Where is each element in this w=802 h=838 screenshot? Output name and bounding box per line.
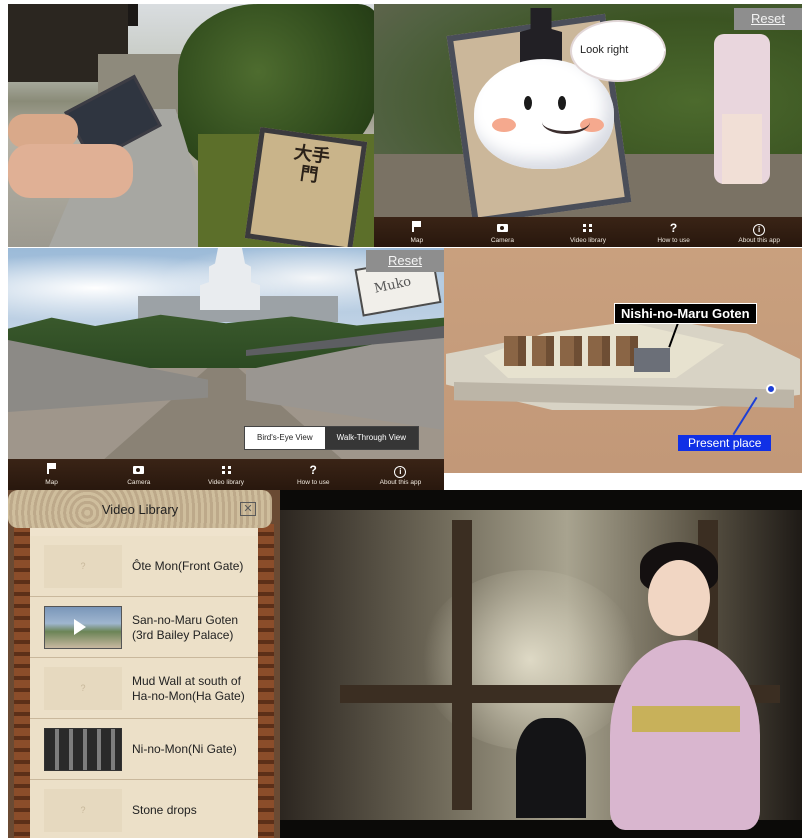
hand-upper [8,114,78,148]
flag-icon [47,463,57,474]
play-icon [74,619,86,635]
toolbar-video-library[interactable]: Video library [545,217,631,247]
video-thumbnail [44,728,122,771]
toolbar-camera[interactable]: Camera [95,459,182,491]
toolbar-how-to-use[interactable]: ? How to use [631,217,717,247]
camera-icon [496,224,508,232]
video-list: ? Ôte Mon(Front Gate) San-no-Maru Goten … [30,536,258,838]
video-item-ni-no-mon[interactable]: Ni-no-Mon(Ni Gate) [30,719,258,780]
video-item-san-no-maru[interactable]: San-no-Maru Goten (3rd Bailey Palace) [30,597,258,658]
bottom-toolbar: Map Camera Video library ? How to use i … [8,459,444,491]
toolbar-about-label: About this app [738,237,780,244]
scroll-edge-left [14,524,30,838]
video-library-title: Video Library [101,502,179,517]
toolbar-map-label: Map [45,479,58,486]
reset-button[interactable]: Reset [366,250,444,272]
mascot-right-eye [558,96,566,110]
face [648,560,710,636]
video-item-title: Ni-no-Mon(Ni Gate) [132,742,237,756]
toolbar-about[interactable]: i About this app [716,217,802,247]
reset-button[interactable]: Reset [734,8,802,30]
video-item-title: Ôte Mon(Front Gate) [132,559,244,573]
info-icon: i [394,466,407,478]
signboard-text: 大手門 [292,142,332,187]
bottom-toolbar: Map Camera Video library ? How to use i … [374,217,802,247]
kimono-obi [632,706,740,732]
birds-eye-view-button[interactable]: Bird's-Eye View [245,427,325,449]
toolbar-about[interactable]: i About this app [357,459,444,491]
present-place-label: Present place [678,435,772,451]
walk-through-view: Muko Reset Bird's-Eye View Walk-Through … [8,248,444,491]
video-thumbnail-placeholder: ? [44,789,122,832]
info-icon: i [753,224,766,236]
photo-tablet-at-gate: 大手門 [8,4,374,247]
toolbar-about-label: About this app [379,479,422,486]
palace-roofs [504,336,644,366]
toolbar-map[interactable]: Map [374,217,460,247]
video-player-frame[interactable] [280,490,802,838]
wooden-post [452,520,472,810]
video-thumbnail-placeholder: ? [44,545,122,588]
video-library-panel: Video Library ✕ ? Ôte Mon(Front Gate) Sa… [8,490,280,838]
toolbar-how-to-use[interactable]: ? How to use [270,459,357,491]
video-thumbnail-placeholder: ? [44,667,122,710]
video-item-ote-mon[interactable]: ? Ôte Mon(Front Gate) [30,536,258,597]
hand-lower [8,144,133,198]
view-mode-toggle: Bird's-Eye View Walk-Through View [244,426,419,450]
gate-signboard: 大手門 [244,127,368,247]
walk-through-view-button[interactable]: Walk-Through View [324,427,418,449]
question-icon: ? [669,221,678,235]
grid-icon [583,224,593,232]
grid-icon [221,466,231,474]
question-icon: ? [309,463,317,477]
toolbar-how-to-use-label: How to use [296,479,330,486]
toolbar-map-label: Map [410,237,424,244]
building-label: Nishi-no-Maru Goten [614,303,757,324]
ar-camera-view: Look right ◆◆◆ Reset Map Camera Video li… [374,4,802,247]
speech-bubble-text: Look right [580,44,629,56]
video-item-mud-wall[interactable]: ? Mud Wall at south of Ha-no-Mon(Ha Gate… [30,658,258,719]
video-item-stone-drops[interactable]: ? Stone drops [30,780,258,838]
birds-eye-model-view: Nishi-no-Maru Goten Present place [444,248,802,473]
video-item-title: San-no-Maru Goten (3rd Bailey Palace) [132,612,239,642]
video-item-title: Stone drops [132,803,197,817]
mascot-left-eye [524,96,532,110]
mascot-smile [542,110,590,134]
close-button[interactable]: ✕ [240,502,256,516]
camera-icon [133,466,145,474]
toolbar-video-library[interactable]: Video library [182,459,269,491]
toolbar-camera-label: Camera [127,479,151,486]
toolbar-camera-label: Camera [490,237,514,244]
video-item-title: Mud Wall at south of Ha-no-Mon(Ha Gate) [132,673,245,703]
kimono-figure [610,640,760,830]
toolbar-how-to-use-label: How to use [657,237,690,244]
toolbar-camera[interactable]: Camera [460,217,546,247]
scroll-edge-right [258,524,274,838]
flag-icon [412,221,422,232]
visitor-legs [722,114,762,184]
toolbar-map[interactable]: Map [8,459,95,491]
mascot-left-cheek [492,118,516,132]
goten-building [634,348,670,372]
toolbar-video-library-label: Video library [208,479,245,486]
present-location-marker [766,384,776,394]
ninja-figure [516,718,586,818]
toolbar-video-library-label: Video library [569,237,606,244]
speech-dots: ◆◆◆ [636,42,667,56]
